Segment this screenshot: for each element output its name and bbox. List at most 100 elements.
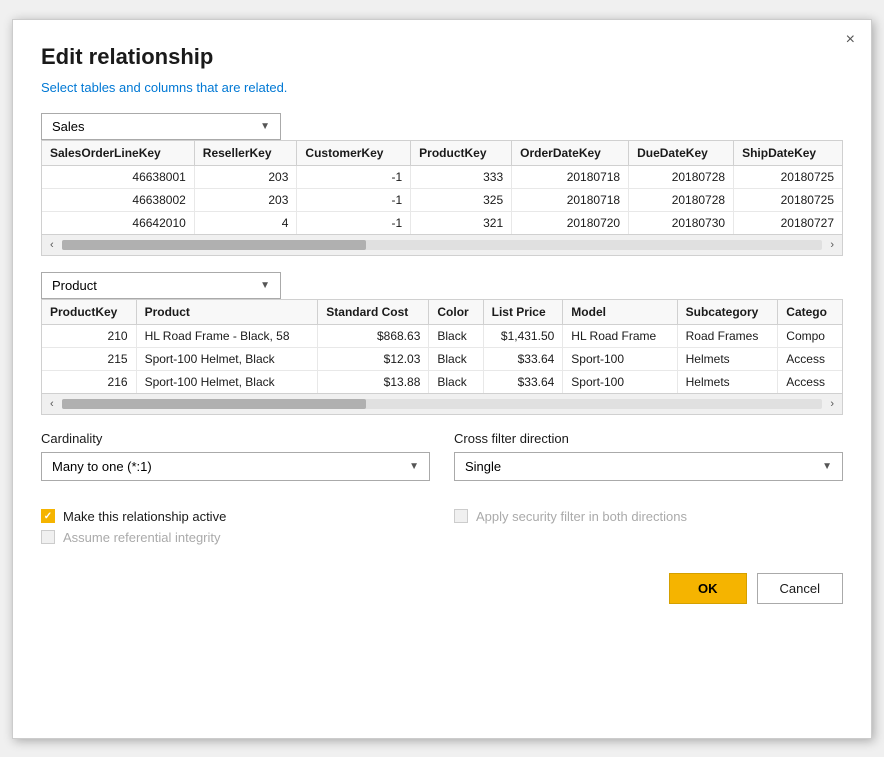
sales-scrollbar[interactable]: ‹ ›: [42, 234, 842, 255]
sales-scroll-thumb: [62, 240, 366, 250]
security-checkbox[interactable]: [454, 509, 468, 523]
sales-scroll-left[interactable]: ‹: [46, 237, 58, 253]
sales-table-dropdown[interactable]: Sales ▼: [41, 113, 281, 140]
table-cell: -1: [297, 165, 411, 188]
table-cell: $33.64: [483, 370, 563, 393]
cross-filter-dropdown[interactable]: Single ▼: [454, 452, 843, 481]
table-cell: -1: [297, 211, 411, 234]
product-dropdown-value: Product: [52, 278, 97, 293]
cross-filter-section: Cross filter direction Single ▼: [454, 431, 843, 481]
options-left: Make this relationship active Assume ref…: [41, 495, 430, 551]
table-cell: Black: [429, 347, 483, 370]
product-dropdown-arrow: ▼: [260, 280, 270, 291]
product-col-color: Color: [429, 300, 483, 325]
options-row: Make this relationship active Assume ref…: [41, 495, 843, 551]
table-cell: 20180730: [629, 211, 734, 234]
table-cell: HL Road Frame: [563, 324, 677, 347]
sales-col-resellerkey: ResellerKey: [194, 141, 297, 166]
ok-button[interactable]: OK: [669, 573, 747, 604]
table-cell: $12.03: [318, 347, 429, 370]
cardinality-arrow: ▼: [409, 461, 419, 472]
referential-checkbox-label: Assume referential integrity: [63, 530, 221, 545]
sales-col-shipdatekey: ShipDateKey: [734, 141, 842, 166]
cancel-button[interactable]: Cancel: [757, 573, 843, 604]
table-cell: 216: [42, 370, 136, 393]
referential-checkbox[interactable]: [41, 530, 55, 544]
product-col-product: Product: [136, 300, 318, 325]
table-cell: 20180725: [734, 165, 842, 188]
table-cell: 20180718: [512, 188, 629, 211]
sales-col-orderdatekey: OrderDateKey: [512, 141, 629, 166]
product-scrollbar[interactable]: ‹ ›: [42, 393, 842, 414]
active-checkbox-label: Make this relationship active: [63, 509, 226, 524]
sales-col-productkey: ProductKey: [411, 141, 512, 166]
sales-table-section: Sales ▼ SalesOrderLineKey ResellerKey Cu…: [41, 113, 843, 256]
sales-data-table: SalesOrderLineKey ResellerKey CustomerKe…: [42, 141, 842, 234]
table-cell: $868.63: [318, 324, 429, 347]
cardinality-value: Many to one (*:1): [52, 459, 152, 474]
product-scroll-thumb: [62, 399, 366, 409]
product-table-section: Product ▼ ProductKey Product Standard Co…: [41, 272, 843, 415]
table-cell: 4: [194, 211, 297, 234]
table-cell: Sport-100 Helmet, Black: [136, 347, 318, 370]
table-cell: Access: [778, 370, 842, 393]
table-row: 46638001203-1333201807182018072820180725: [42, 165, 842, 188]
sales-col-salesorderlinekey: SalesOrderLineKey: [42, 141, 194, 166]
bottom-section: Cardinality Many to one (*:1) ▼ Cross fi…: [41, 431, 843, 481]
close-button[interactable]: ×: [846, 32, 855, 48]
table-cell: Sport-100: [563, 347, 677, 370]
dialog-title: Edit relationship: [41, 44, 843, 70]
sales-col-duedatekey: DueDateKey: [629, 141, 734, 166]
table-cell: 20180728: [629, 188, 734, 211]
table-cell: Road Frames: [677, 324, 778, 347]
product-scroll-left[interactable]: ‹: [46, 396, 58, 412]
table-row: 216Sport-100 Helmet, Black$13.88Black$33…: [42, 370, 842, 393]
cardinality-dropdown[interactable]: Many to one (*:1) ▼: [41, 452, 430, 481]
sales-col-customerkey: CustomerKey: [297, 141, 411, 166]
table-cell: -1: [297, 188, 411, 211]
product-col-standardcost: Standard Cost: [318, 300, 429, 325]
table-cell: 333: [411, 165, 512, 188]
product-col-subcategory: Subcategory: [677, 300, 778, 325]
product-scroll-right[interactable]: ›: [826, 396, 838, 412]
active-checkbox-row[interactable]: Make this relationship active: [41, 509, 430, 524]
table-cell: Black: [429, 370, 483, 393]
sales-scroll-right[interactable]: ›: [826, 237, 838, 253]
product-scroll-track[interactable]: [62, 399, 823, 409]
table-cell: HL Road Frame - Black, 58: [136, 324, 318, 347]
table-cell: 325: [411, 188, 512, 211]
table-cell: Sport-100: [563, 370, 677, 393]
options-right: Apply security filter in both directions: [454, 495, 843, 551]
active-checkbox[interactable]: [41, 509, 55, 523]
table-cell: 46638002: [42, 188, 194, 211]
dialog-subtitle: Select tables and columns that are relat…: [41, 80, 843, 95]
table-cell: Compo: [778, 324, 842, 347]
table-cell: 46638001: [42, 165, 194, 188]
table-cell: 321: [411, 211, 512, 234]
sales-table-container: SalesOrderLineKey ResellerKey CustomerKe…: [41, 140, 843, 256]
sales-scroll-track[interactable]: [62, 240, 823, 250]
product-col-model: Model: [563, 300, 677, 325]
table-cell: Helmets: [677, 347, 778, 370]
table-row: 215Sport-100 Helmet, Black$12.03Black$33…: [42, 347, 842, 370]
cross-filter-label: Cross filter direction: [454, 431, 843, 446]
security-checkbox-label: Apply security filter in both directions: [476, 509, 687, 524]
table-cell: Access: [778, 347, 842, 370]
edit-relationship-dialog: × Edit relationship Select tables and co…: [12, 19, 872, 739]
security-checkbox-row[interactable]: Apply security filter in both directions: [454, 509, 843, 524]
table-cell: 46642010: [42, 211, 194, 234]
product-col-listprice: List Price: [483, 300, 563, 325]
referential-checkbox-row[interactable]: Assume referential integrity: [41, 530, 430, 545]
product-table-dropdown[interactable]: Product ▼: [41, 272, 281, 299]
product-table-container: ProductKey Product Standard Cost Color L…: [41, 299, 843, 415]
table-cell: 20180725: [734, 188, 842, 211]
sales-header-row: SalesOrderLineKey ResellerKey CustomerKe…: [42, 141, 842, 166]
table-cell: Helmets: [677, 370, 778, 393]
table-row: 466420104-1321201807202018073020180727: [42, 211, 842, 234]
table-cell: $1,431.50: [483, 324, 563, 347]
dialog-footer: OK Cancel: [41, 573, 843, 604]
product-col-category: Catego: [778, 300, 842, 325]
table-cell: 20180727: [734, 211, 842, 234]
product-col-productkey: ProductKey: [42, 300, 136, 325]
table-cell: $33.64: [483, 347, 563, 370]
